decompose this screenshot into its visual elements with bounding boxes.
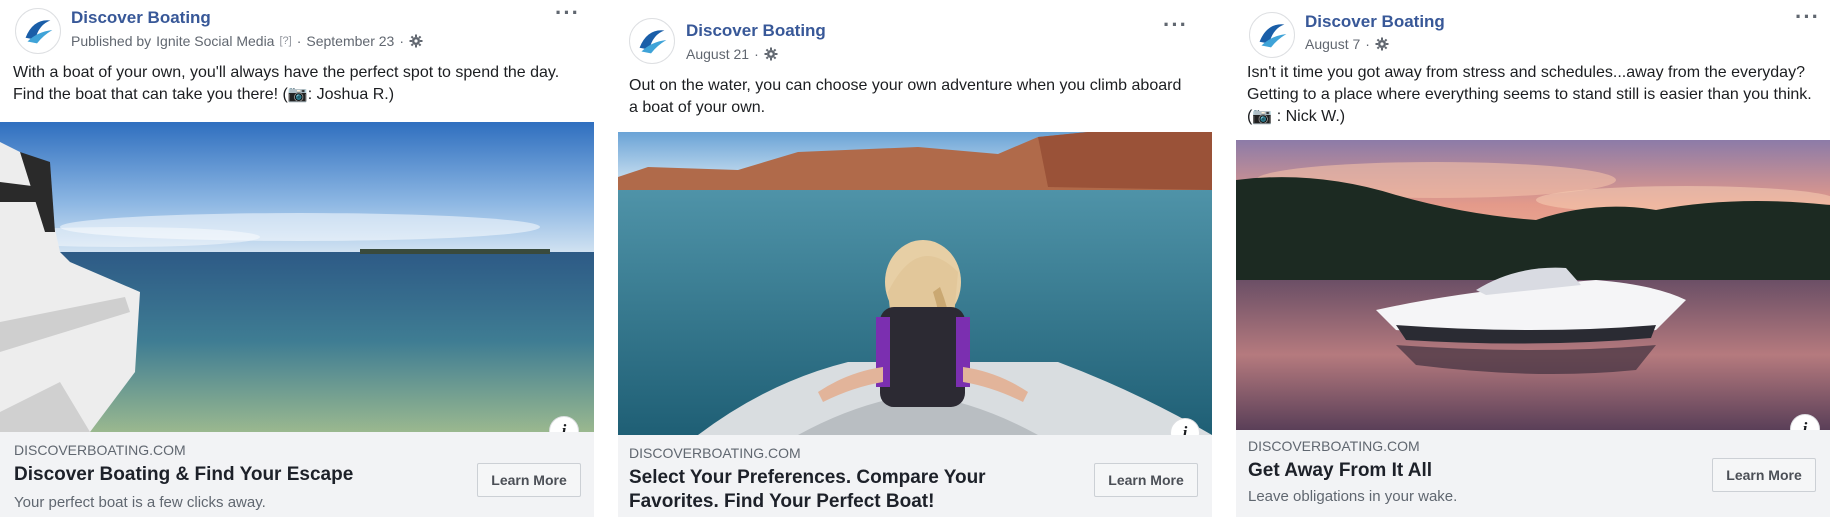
discover-boating-logo-icon	[17, 10, 59, 52]
learn-more-button[interactable]: Learn More	[477, 463, 581, 497]
meta-separator: ·	[1365, 36, 1370, 52]
page-avatar[interactable]	[15, 8, 61, 54]
page-name-link[interactable]: Discover Boating	[71, 8, 211, 28]
post-image[interactable]	[0, 122, 594, 432]
link-headline[interactable]: Select Your Preferences. Compare Your Fa…	[629, 466, 1049, 514]
link-headline[interactable]: Discover Boating & Find Your Escape	[14, 463, 454, 487]
more-options-icon[interactable]: ···	[1163, 14, 1188, 36]
link-preview[interactable]: DISCOVERBOATING.COM Discover Boating & F…	[0, 432, 594, 517]
link-preview[interactable]: DISCOVERBOATING.COM Get Away From It All…	[1236, 430, 1830, 517]
page-name-link[interactable]: Discover Boating	[686, 21, 826, 41]
gear-icon[interactable]	[1375, 37, 1389, 51]
link-preview[interactable]: DISCOVERBOATING.COM Select Your Preferen…	[618, 435, 1212, 517]
post-caption: With a boat of your own, you'll always h…	[13, 64, 560, 103]
post-image[interactable]	[1236, 140, 1830, 430]
link-domain: DISCOVERBOATING.COM	[1248, 438, 1420, 454]
gear-icon[interactable]	[409, 34, 423, 48]
more-options-icon[interactable]: ···	[555, 2, 580, 24]
post-meta: August 21 ·	[686, 46, 778, 62]
post-date[interactable]: August 7	[1305, 36, 1360, 52]
learn-more-button[interactable]: Learn More	[1712, 458, 1816, 492]
publisher-link[interactable]: Ignite Social Media	[156, 33, 274, 49]
post-meta: August 7 ·	[1305, 36, 1389, 52]
post-date[interactable]: September 23	[306, 33, 394, 49]
ad-post-2: Discover Boating August 21 · ··· Out on …	[618, 0, 1212, 517]
post-date[interactable]: August 21	[686, 46, 749, 62]
gear-icon[interactable]	[764, 47, 778, 61]
link-description: Your perfect boat is a few clicks away.	[14, 494, 266, 511]
learn-more-button[interactable]: Learn More	[1094, 463, 1198, 497]
meta-separator: ·	[296, 33, 302, 49]
link-domain: DISCOVERBOATING.COM	[14, 442, 186, 458]
meta-separator: ·	[754, 46, 759, 62]
page-name-link[interactable]: Discover Boating	[1305, 12, 1445, 32]
help-marker[interactable]: [?]	[279, 35, 291, 47]
page-avatar[interactable]	[629, 18, 675, 64]
post-meta: Published by Ignite Social Media [?] · S…	[71, 33, 423, 49]
link-description: Leave obligations in your wake.	[1248, 488, 1458, 505]
ad-post-3: Discover Boating August 7 · ··· Isn't it…	[1236, 0, 1830, 517]
post-caption: Out on the water, you can choose your ow…	[629, 77, 1182, 116]
meta-separator: ·	[399, 33, 404, 49]
ad-post-1: Discover Boating Published by Ignite Soc…	[0, 0, 594, 517]
published-by-label: Published by	[71, 33, 152, 49]
discover-boating-logo-icon	[1251, 14, 1293, 56]
post-image[interactable]	[618, 132, 1212, 435]
page-avatar[interactable]	[1249, 12, 1295, 58]
more-options-icon[interactable]: ···	[1795, 6, 1820, 28]
link-headline[interactable]: Get Away From It All	[1248, 459, 1668, 483]
post-caption: Isn't it time you got away from stress a…	[1247, 64, 1812, 125]
discover-boating-logo-icon	[631, 20, 673, 62]
link-domain: DISCOVERBOATING.COM	[629, 445, 801, 461]
